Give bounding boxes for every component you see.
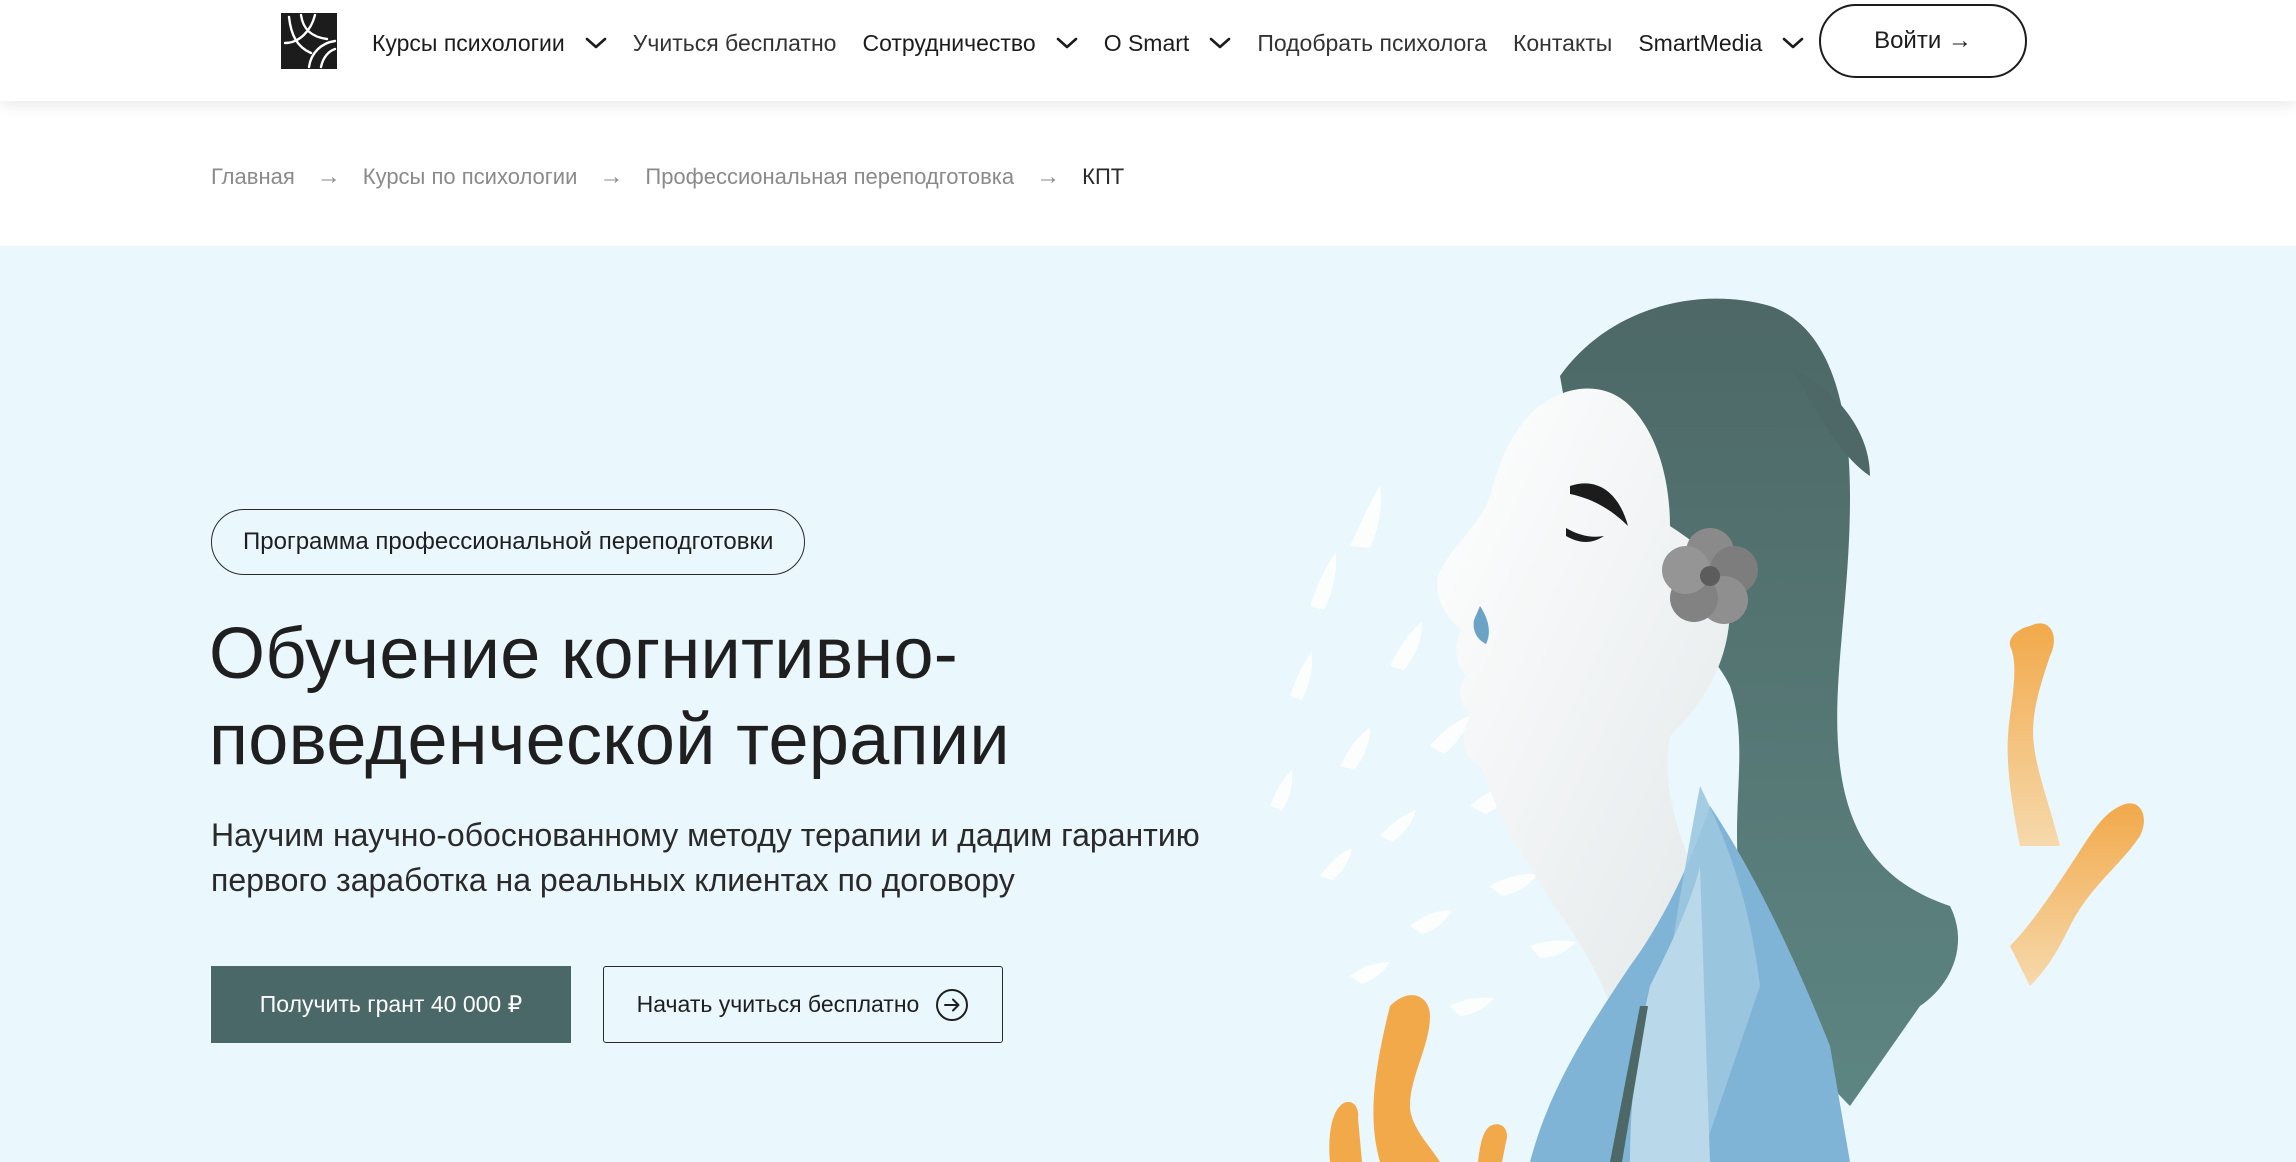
breadcrumb-item-courses[interactable]: Курсы по психологии [363, 164, 578, 190]
chevron-down-icon [585, 37, 607, 49]
arrow-right-circle-icon [936, 988, 969, 1021]
login-button[interactable]: Войти → [1819, 4, 2027, 78]
breadcrumb-item-retraining[interactable]: Профессиональная переподготовка [645, 164, 1014, 190]
smart-logo-icon[interactable] [281, 13, 337, 69]
nav-item-free-learning[interactable]: Учиться бесплатно [633, 30, 837, 57]
breadcrumb: Главная → Курсы по психологии → Професси… [211, 163, 1124, 191]
subtitle-line: первого заработка на реальных клиентах п… [211, 862, 1015, 898]
breadcrumb-separator: → [316, 163, 341, 190]
page-title: Обучение когнитивно- поведенческой терап… [209, 611, 1359, 783]
hero-section: Программа профессиональной переподготовк… [0, 246, 2296, 1162]
site-header: Курсы психологии Учиться бесплатно Сотру… [0, 0, 2296, 101]
title-line: поведенческой терапии [209, 700, 1010, 780]
nav-item-find-psychologist[interactable]: Подобрать психолога [1257, 30, 1487, 57]
nav-item-label: SmartMedia [1638, 29, 1763, 56]
nav-item-label: Контакты [1512, 29, 1613, 56]
program-badge: Программа профессиональной переподготовк… [211, 509, 806, 575]
nav-item-label: Курсы психологии [372, 29, 565, 56]
hero-subtitle: Научим научно-обоснованному методу терап… [211, 813, 1361, 903]
nav-item-label: Подобрать психолога [1257, 29, 1487, 56]
start-free-button[interactable]: Начать учиться бесплатно [603, 966, 1003, 1043]
nav-item-smartmedia[interactable]: SmartMedia [1638, 30, 1804, 57]
chevron-down-icon [1056, 37, 1077, 49]
breadcrumb-separator: → [1036, 163, 1061, 190]
start-free-button-label: Начать учиться бесплатно [636, 991, 920, 1017]
nav-item-label: Учиться бесплатно [632, 29, 837, 56]
nav-item-label: Сотрудничество [862, 29, 1036, 56]
chevron-down-icon [1210, 37, 1231, 49]
main-nav: Курсы психологии Учиться бесплатно Сотру… [372, 0, 1804, 86]
title-line: Обучение когнитивно- [209, 614, 959, 694]
subtitle-line: Научим научно-обоснованному методу терап… [211, 817, 1200, 853]
breadcrumb-item-home[interactable]: Главная [211, 164, 295, 190]
nav-item-contacts[interactable]: Контакты [1513, 30, 1612, 57]
nav-item-cooperation[interactable]: Сотрудничество [862, 30, 1077, 57]
breadcrumb-item-current: КПТ [1082, 164, 1125, 189]
nav-item-about[interactable]: О Smart [1104, 30, 1232, 57]
get-grant-button[interactable]: Получить грант 40 000 ₽ [211, 966, 571, 1043]
chevron-down-icon [1783, 37, 1804, 49]
breadcrumb-separator: → [599, 163, 624, 190]
nav-item-courses[interactable]: Курсы психологии [372, 30, 607, 57]
hero-illustration [1270, 298, 2144, 1162]
nav-item-label: О Smart [1103, 29, 1190, 56]
